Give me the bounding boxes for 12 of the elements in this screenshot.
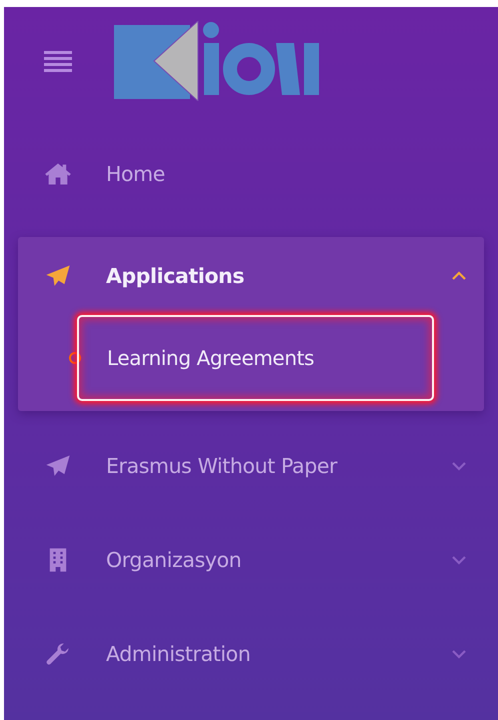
chevron-down-icon (450, 648, 468, 660)
chevron-down-icon (450, 554, 468, 566)
chevron-up-icon (450, 270, 468, 282)
menu-item[interactable]: Applications (18, 237, 484, 315)
menu-item[interactable]: Organizasyon (4, 521, 498, 599)
chevron-down-icon (450, 460, 468, 472)
menu-item[interactable]: Administration (4, 615, 498, 693)
menu-item[interactable]: Erasmus Without Paper (4, 427, 498, 505)
menu-icon[interactable] (44, 49, 74, 73)
bullet-icon (69, 352, 81, 364)
menu-item[interactable]: Home (4, 135, 498, 213)
submenu-item[interactable]: Learning Agreements (77, 315, 434, 401)
